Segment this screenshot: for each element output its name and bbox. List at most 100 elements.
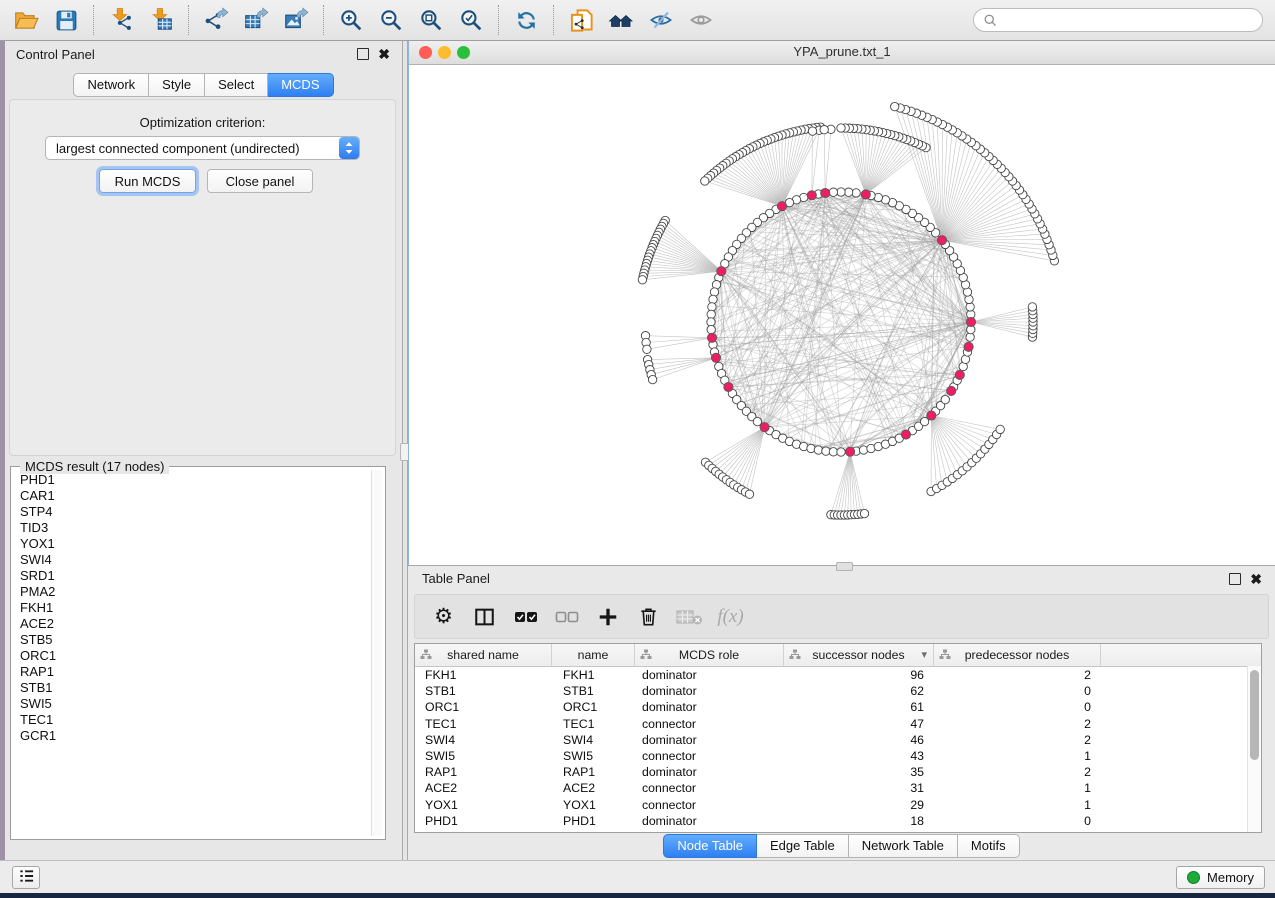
mcds-result-item[interactable]: GCR1 bbox=[14, 728, 371, 744]
memory-button[interactable]: Memory bbox=[1176, 866, 1265, 889]
graph-node[interactable] bbox=[860, 509, 868, 517]
mcds-result-item[interactable]: CAR1 bbox=[14, 488, 371, 504]
table-row[interactable]: RAP1RAP1dominator352 bbox=[415, 764, 1261, 780]
mcds-result-item[interactable]: PMA2 bbox=[14, 584, 371, 600]
mcds-result-item[interactable]: ACE2 bbox=[14, 616, 371, 632]
network-view-titlebar[interactable]: YPA_prune.txt_1 bbox=[409, 41, 1275, 65]
search-input[interactable] bbox=[998, 13, 1262, 28]
mcds-result-item[interactable]: SRD1 bbox=[14, 568, 371, 584]
table-row[interactable]: ORC1ORC1dominator610 bbox=[415, 699, 1261, 715]
export-network-button[interactable] bbox=[196, 3, 236, 37]
mcds-result-item[interactable]: YOX1 bbox=[14, 536, 371, 552]
mcds-result-item[interactable]: RAP1 bbox=[14, 664, 371, 680]
table-row[interactable]: ACE2ACE2connector311 bbox=[415, 780, 1261, 796]
table-row[interactable]: TEC1TEC1connector472 bbox=[415, 716, 1261, 732]
graph-hub-node[interactable] bbox=[947, 386, 956, 395]
clear-selection-button[interactable] bbox=[548, 599, 585, 635]
graph-node[interactable] bbox=[1028, 303, 1036, 311]
zoom-selected-button[interactable] bbox=[451, 3, 491, 37]
graph-hub-node[interactable] bbox=[966, 317, 975, 326]
refresh-view-button[interactable] bbox=[506, 3, 546, 37]
mcds-result-item[interactable]: TEC1 bbox=[14, 712, 371, 728]
close-panel-icon[interactable]: ✖ bbox=[378, 49, 390, 59]
graph-node[interactable] bbox=[837, 188, 845, 196]
mcds-result-item[interactable]: STB5 bbox=[14, 632, 371, 648]
show-all-button[interactable] bbox=[681, 3, 721, 37]
graph-hub-node[interactable] bbox=[717, 267, 726, 276]
add-column-button[interactable] bbox=[589, 599, 626, 635]
graph-node[interactable] bbox=[941, 395, 949, 403]
mcds-result-item[interactable]: SWI5 bbox=[14, 696, 371, 712]
graph-node[interactable] bbox=[837, 448, 845, 456]
graph-hub-node[interactable] bbox=[760, 423, 769, 432]
graph-node[interactable] bbox=[709, 295, 717, 303]
graph-node[interactable] bbox=[707, 318, 715, 326]
window-zoom-icon[interactable] bbox=[457, 46, 470, 59]
table-scrollbar[interactable] bbox=[1247, 666, 1261, 832]
graph-hub-node[interactable] bbox=[777, 202, 786, 211]
table-row[interactable]: SWI5SWI5connector431 bbox=[415, 748, 1261, 764]
table-tab-motifs[interactable]: Motifs bbox=[958, 834, 1020, 858]
mcds-result-item[interactable]: STB1 bbox=[14, 680, 371, 696]
delete-column-button[interactable] bbox=[630, 599, 667, 635]
import-network-button[interactable] bbox=[101, 3, 141, 37]
graph-node[interactable] bbox=[859, 446, 867, 454]
graph-node[interactable] bbox=[891, 102, 899, 110]
table-tab-edge-table[interactable]: Edge Table bbox=[757, 834, 849, 858]
graph-hub-node[interactable] bbox=[927, 411, 936, 420]
search-box[interactable] bbox=[973, 8, 1263, 32]
graph-node[interactable] bbox=[808, 127, 816, 135]
column-header-successor-nodes[interactable]: successor nodes▾ bbox=[784, 644, 934, 666]
graph-node[interactable] bbox=[814, 446, 822, 454]
float-panel-icon[interactable] bbox=[357, 48, 369, 60]
graph-hub-node[interactable] bbox=[901, 430, 910, 439]
graph-node[interactable] bbox=[638, 276, 646, 284]
table-row[interactable]: STB1STB1dominator620 bbox=[415, 683, 1261, 699]
mcds-result-item[interactable]: STP4 bbox=[14, 504, 371, 520]
window-minimize-icon[interactable] bbox=[438, 46, 451, 59]
run-mcds-button[interactable]: Run MCDS bbox=[99, 169, 196, 193]
select-all-rows-button[interactable] bbox=[507, 599, 544, 635]
mcds-result-item[interactable]: ORC1 bbox=[14, 648, 371, 664]
graph-node[interactable] bbox=[829, 448, 837, 456]
hide-selected-button[interactable] bbox=[641, 3, 681, 37]
close-panel-button[interactable]: Close panel bbox=[207, 169, 313, 193]
graph-node[interactable] bbox=[643, 345, 651, 353]
table-row[interactable]: FKH1FKH1dominator962 bbox=[415, 667, 1261, 683]
tab-style[interactable]: Style bbox=[149, 73, 205, 97]
graph-node[interactable] bbox=[996, 425, 1004, 433]
graph-hub-node[interactable] bbox=[964, 342, 973, 351]
graph-hub-node[interactable] bbox=[861, 190, 870, 199]
graph-hub-node[interactable] bbox=[807, 191, 816, 200]
export-image-button[interactable] bbox=[276, 3, 316, 37]
graph-node[interactable] bbox=[844, 188, 852, 196]
close-table-panel-icon[interactable]: ✖ bbox=[1250, 574, 1262, 584]
graph-hub-node[interactable] bbox=[707, 333, 716, 342]
tab-network[interactable]: Network bbox=[73, 73, 149, 97]
graph-hub-node[interactable] bbox=[846, 447, 855, 456]
table-row[interactable]: YOX1YOX1connector291 bbox=[415, 797, 1261, 813]
graph-hub-node[interactable] bbox=[955, 370, 964, 379]
graph-node[interactable] bbox=[807, 444, 815, 452]
window-close-icon[interactable] bbox=[419, 46, 432, 59]
mcds-result-item[interactable]: FKH1 bbox=[14, 600, 371, 616]
column-header-predecessor-nodes[interactable]: predecessor nodes bbox=[934, 644, 1101, 666]
optimization-criterion-select[interactable]: largest connected component (undirected) bbox=[45, 136, 360, 160]
graph-hub-node[interactable] bbox=[724, 382, 733, 391]
mcds-list-scrollbar[interactable] bbox=[371, 470, 382, 836]
graph-node[interactable] bbox=[701, 177, 709, 185]
graph-hub-node[interactable] bbox=[821, 188, 830, 197]
graph-hub-node[interactable] bbox=[937, 236, 946, 245]
export-table-button[interactable] bbox=[236, 3, 276, 37]
graph-node[interactable] bbox=[648, 375, 656, 383]
zoom-in-button[interactable] bbox=[331, 3, 371, 37]
panel-menu-button[interactable] bbox=[12, 866, 40, 889]
table-scrollbar-thumb[interactable] bbox=[1250, 670, 1259, 760]
table-settings-button[interactable]: ⚙ bbox=[425, 599, 462, 635]
float-table-panel-icon[interactable] bbox=[1229, 573, 1241, 585]
mcds-result-item[interactable]: SWI4 bbox=[14, 552, 371, 568]
graph-node[interactable] bbox=[710, 288, 718, 296]
open-file-button[interactable] bbox=[6, 3, 46, 37]
network-canvas[interactable] bbox=[409, 64, 1274, 564]
first-neighbors-button[interactable] bbox=[601, 3, 641, 37]
